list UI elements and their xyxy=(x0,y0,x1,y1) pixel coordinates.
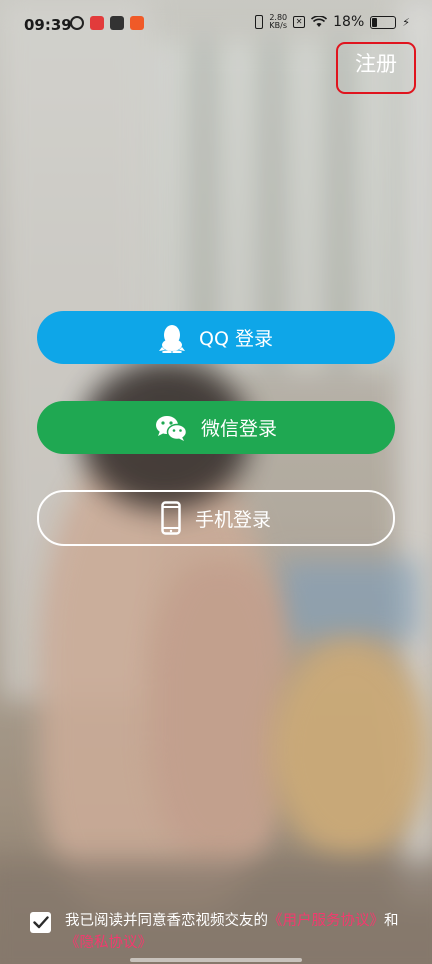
battery-icon xyxy=(370,15,397,29)
app-notification-icon xyxy=(90,16,104,30)
wifi-icon xyxy=(311,16,328,27)
battery-percent: 18% xyxy=(333,14,365,30)
home-indicator[interactable] xyxy=(130,958,302,962)
check-icon xyxy=(32,916,49,929)
status-time: 09:39 xyxy=(24,16,72,34)
agreement-text: 我已阅读并同意香恋视频交友的《用户服务协议》和《隐私协议》 xyxy=(65,913,399,951)
agreement-row: 我已阅读并同意香恋视频交友的《用户服务协议》和《隐私协议》 xyxy=(30,910,410,954)
user-agreement-link[interactable]: 《用户服务协议》 xyxy=(268,913,384,929)
mail-icon xyxy=(110,16,124,30)
qq-penguin-icon xyxy=(159,324,186,353)
app-notification-icon xyxy=(130,16,144,30)
charging-icon: ⚡ xyxy=(402,15,410,29)
register-label: 注册 xyxy=(355,52,397,76)
agreement-checkbox[interactable] xyxy=(30,912,51,933)
status-right: 2.80 KB/s ✕ 18% ⚡ xyxy=(255,14,410,30)
wechat-login-button[interactable]: 微信登录 xyxy=(37,401,395,454)
qq-login-label: QQ 登录 xyxy=(199,328,273,350)
no-sim-icon: ✕ xyxy=(293,16,306,28)
notification-icons xyxy=(70,16,144,30)
sync-icon xyxy=(70,16,84,30)
background-photo xyxy=(0,0,432,964)
phone-icon xyxy=(161,501,181,535)
privacy-policy-link[interactable]: 《隐私协议》 xyxy=(65,935,152,951)
wechat-icon xyxy=(155,415,187,441)
network-speed: 2.80 KB/s xyxy=(269,13,288,30)
vibrate-icon xyxy=(255,15,264,29)
qq-login-button[interactable]: QQ 登录 xyxy=(37,311,395,364)
phone-login-button[interactable]: 手机登录 xyxy=(37,490,395,546)
phone-login-label: 手机登录 xyxy=(194,508,271,531)
register-button[interactable]: 注册 xyxy=(336,42,416,94)
wechat-login-label: 微信登录 xyxy=(200,418,277,440)
